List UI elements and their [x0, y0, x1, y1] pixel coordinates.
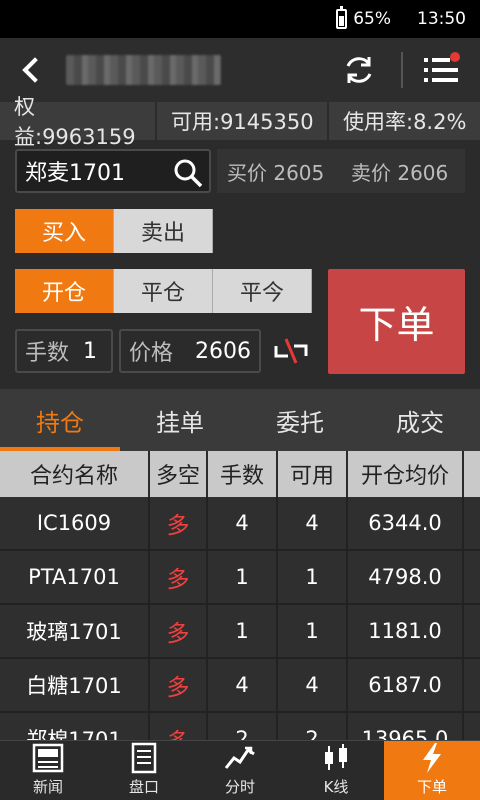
contract-cell: 郑棉1701 — [0, 713, 150, 740]
positions-table[interactable]: IC1609 多 4 4 6344.0 PTA1701 多 1 1 4798.0… — [0, 497, 480, 740]
col-direction: 多空 — [150, 451, 208, 497]
search-icon[interactable] — [173, 158, 203, 188]
quantity-value: 1 — [83, 338, 98, 364]
lightning-icon — [423, 743, 441, 773]
price-value: 2606 — [195, 338, 251, 364]
col-more — [464, 451, 480, 497]
available-cell: 4 — [278, 497, 348, 549]
candlestick-icon — [325, 744, 347, 770]
contract-cell: 白糖1701 — [0, 659, 150, 711]
available-cell: 2 — [278, 713, 348, 740]
document-list-icon — [131, 742, 157, 774]
avg-price-cell: 1181.0 — [348, 605, 464, 657]
direction-cell: 多 — [150, 551, 208, 603]
menu-icon[interactable] — [422, 52, 462, 88]
status-bar: 65% 13:50 — [0, 0, 480, 38]
direction-cell: 多 — [150, 659, 208, 711]
col-contract: 合约名称 — [0, 451, 150, 497]
contract-cell: PTA1701 — [0, 551, 150, 603]
refresh-icon[interactable] — [342, 54, 376, 86]
symbol-input[interactable]: 郑麦1701 — [15, 149, 211, 193]
unlink-icon[interactable] — [270, 337, 312, 365]
more-cell — [464, 659, 480, 711]
nav-news[interactable]: 新闻 — [0, 741, 96, 800]
nav-kline-label: K线 — [323, 778, 349, 796]
open-position-button[interactable]: 开仓 — [15, 269, 114, 313]
table-row[interactable]: PTA1701 多 1 1 4798.0 — [0, 551, 480, 605]
clock: 13:50 — [417, 9, 466, 29]
nav-order-label: 下单 — [416, 778, 447, 796]
newspaper-icon — [32, 743, 64, 773]
record-tabs: 持仓 挂单 委托 成交 — [0, 389, 480, 451]
close-position-button[interactable]: 平仓 — [114, 269, 213, 313]
available-cell: 1 — [278, 551, 348, 603]
more-cell — [464, 551, 480, 603]
avg-price-cell: 6344.0 — [348, 497, 464, 549]
divider — [401, 52, 403, 88]
col-avg-price: 开仓均价 — [348, 451, 464, 497]
direction-cell: 多 — [150, 497, 208, 549]
positions-table-header: 合约名称 多空 手数 可用 开仓均价 — [0, 451, 480, 497]
qty-cell: 2 — [208, 713, 278, 740]
table-row[interactable]: 郑棉1701 多 2 2 13965.0 — [0, 713, 480, 740]
col-available: 可用 — [278, 451, 348, 497]
available-cell: 1 — [278, 605, 348, 657]
close-today-button[interactable]: 平今 — [213, 269, 312, 313]
contract-cell: 玻璃1701 — [0, 605, 150, 657]
available-text: 可用:9145350 — [157, 102, 329, 140]
line-chart-icon — [224, 746, 255, 769]
nav-orderbook[interactable]: 盘口 — [96, 741, 192, 800]
contract-cell: IC1609 — [0, 497, 150, 549]
ask-price: 卖价 2606 — [351, 160, 449, 185]
battery-icon — [336, 6, 348, 29]
bid-price: 买价 2605 — [227, 160, 325, 185]
account-title-redacted — [66, 55, 221, 85]
direction-cell: 多 — [150, 605, 208, 657]
tab-positions[interactable]: 持仓 — [0, 389, 120, 451]
chevron-left-icon — [22, 57, 48, 83]
qty-cell: 1 — [208, 605, 278, 657]
place-order-button[interactable]: 下单 — [328, 269, 465, 374]
quantity-label: 手数 — [25, 341, 70, 366]
nav-intraday-label: 分时 — [224, 778, 255, 796]
table-row[interactable]: 白糖1701 多 4 4 6187.0 — [0, 659, 480, 713]
more-cell — [464, 713, 480, 740]
available-cell: 4 — [278, 659, 348, 711]
sell-button[interactable]: 卖出 — [114, 209, 213, 253]
offset-selector: 开仓 平仓 平今 — [15, 269, 312, 313]
col-qty: 手数 — [208, 451, 278, 497]
usage-text: 使用率:8.2% — [343, 110, 467, 134]
tab-trades[interactable]: 成交 — [360, 389, 480, 451]
qty-cell: 4 — [208, 659, 278, 711]
more-cell — [464, 605, 480, 657]
bottom-nav: 新闻 盘口 分时 K线 下单 — [0, 740, 480, 800]
battery-level: 65% — [353, 9, 391, 29]
more-cell — [464, 497, 480, 549]
table-row[interactable]: IC1609 多 4 4 6344.0 — [0, 497, 480, 551]
buy-button[interactable]: 买入 — [15, 209, 114, 253]
price-label: 价格 — [129, 341, 174, 366]
price-field[interactable]: 价格 2606 — [119, 329, 261, 373]
tab-pending[interactable]: 挂单 — [120, 389, 240, 451]
symbol-value: 郑麦1701 — [25, 161, 125, 186]
equity-text: 权益:9963159 — [0, 95, 157, 149]
nav-order[interactable]: 下单 — [384, 741, 480, 800]
direction-selector: 买入 卖出 — [15, 209, 213, 253]
quote-panel: 买价 2605 卖价 2606 — [217, 149, 465, 193]
nav-intraday[interactable]: 分时 — [192, 741, 288, 800]
account-info-bar: 权益:9963159 可用:9145350 使用率:8.2% — [0, 95, 480, 149]
direction-cell: 多 — [150, 713, 208, 740]
avg-price-cell: 13965.0 — [348, 713, 464, 740]
avg-price-cell: 4798.0 — [348, 551, 464, 603]
qty-cell: 1 — [208, 551, 278, 603]
nav-kline[interactable]: K线 — [288, 741, 384, 800]
qty-cell: 4 — [208, 497, 278, 549]
nav-orderbook-label: 盘口 — [128, 778, 159, 796]
quantity-field[interactable]: 手数 1 — [15, 329, 113, 373]
nav-news-label: 新闻 — [32, 778, 63, 796]
avg-price-cell: 6187.0 — [348, 659, 464, 711]
table-row[interactable]: 玻璃1701 多 1 1 1181.0 — [0, 605, 480, 659]
tab-orders[interactable]: 委托 — [240, 389, 360, 451]
